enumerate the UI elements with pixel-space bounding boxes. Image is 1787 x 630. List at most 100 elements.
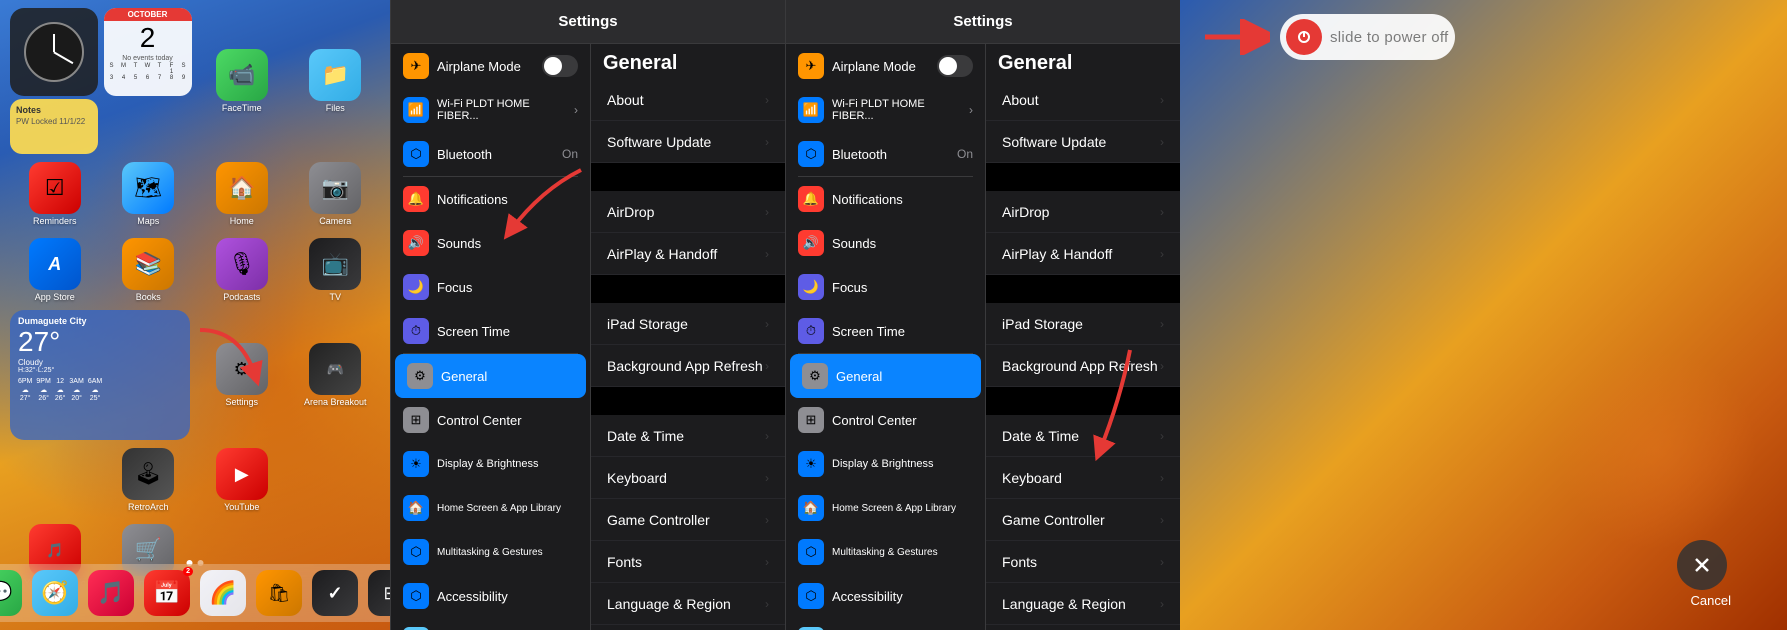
settings-item-screentime-2[interactable]: ⏱ Screen Time [786,309,985,353]
settings-item-multitasking-2[interactable]: ⬡ Multitasking & Gestures [786,530,985,574]
settings-item-accessibility[interactable]: ⬡ Accessibility [391,574,590,618]
power-button[interactable] [1286,19,1322,55]
dock-icon-shopee[interactable]: 🛍 [256,570,302,616]
general-item-airplay[interactable]: AirPlay & Handoff › [591,233,785,275]
app-icon-appstore[interactable]: A App Store [10,234,100,306]
settings-item-bluetooth-2[interactable]: ⬡ Bluetooth On [786,132,985,176]
app-icon-arena[interactable]: 🎮 Arena Breakout [291,310,381,440]
settings-item-focus-2[interactable]: 🌙 Focus [786,265,985,309]
settings-item-wallpaper-2[interactable]: 🖼 Wallpaper [786,618,985,630]
settings-item-wifi[interactable]: 📶 Wi-Fi PLDT HOME FIBER... › [391,88,590,132]
general-item-about[interactable]: About › [591,79,785,121]
general-item-languageregion[interactable]: Language & Region › [591,583,785,625]
settings-item-airplane-2[interactable]: ✈ Airplane Mode [786,44,985,88]
general-item-airplay-2[interactable]: AirPlay & Handoff › [986,233,1180,275]
general-item-bgrefresh[interactable]: Background App Refresh › [591,345,785,387]
general-item-fonts[interactable]: Fonts › [591,541,785,583]
icon-controlcenter-2: ⊞ [798,407,824,433]
app-icon-facetime[interactable]: 📹 FaceTime [197,8,287,154]
general-item-airdrop-2[interactable]: AirDrop › [986,191,1180,233]
app-icon-books[interactable]: 📚 Books [104,234,194,306]
settings-item-homescreen[interactable]: 🏠 Home Screen & App Library [391,486,590,530]
dock-icon-calendar[interactable]: 📅 2 [144,570,190,616]
general-item-fonts-2[interactable]: Fonts › [986,541,1180,583]
general-item-about-2[interactable]: About › [986,79,1180,121]
settings-item-controlcenter[interactable]: ⊞ Control Center [391,398,590,442]
app-icon-camera[interactable]: 📷 Camera [291,158,381,230]
settings-item-wifi-2[interactable]: 📶 Wi-Fi PLDT HOME FIBER... › [786,88,985,132]
app-icon-files[interactable]: 📁 Files [291,8,381,154]
settings-item-screentime[interactable]: ⏱ Screen Time [391,309,590,353]
settings-item-display-2[interactable]: ☀ Display & Brightness [786,442,985,486]
app-icon-reminders[interactable]: ☑ Reminders [10,158,100,230]
dock-icon-safari[interactable]: 🧭 [32,570,78,616]
app-icon-maps[interactable]: 🗺 Maps [104,158,194,230]
general-item-languageregion-2[interactable]: Language & Region › [986,583,1180,625]
settings-item-sounds[interactable]: 🔊 Sounds [391,221,590,265]
general-item-gamecontroller-2[interactable]: Game Controller › [986,499,1180,541]
settings-item-controlcenter-2[interactable]: ⊞ Control Center [786,398,985,442]
settings-item-notifications[interactable]: 🔔 Notifications [391,177,590,221]
power-off-slider[interactable]: slide to power off [1280,14,1455,60]
general-item-airdrop[interactable]: AirDrop › [591,191,785,233]
general-item-ipadstorage[interactable]: iPad Storage › [591,303,785,345]
settings-item-accessibility-2[interactable]: ⬡ Accessibility [786,574,985,618]
general-item-bgrefresh-2[interactable]: Background App Refresh › [986,345,1180,387]
dock-icon-messages[interactable]: 💬 [0,570,22,616]
app-label-files: Files [326,103,345,113]
widget-weather[interactable]: Dumaguete City 27° Cloudy H:32°·L:25° 6P… [10,310,190,440]
label-fonts-2: Fonts [1002,554,1160,570]
widget-notes[interactable]: Notes PW Locked 11/1/22 [10,99,98,154]
settings-item-airplane[interactable]: ✈ Airplane Mode [391,44,590,88]
general-item-ipadstorage-2[interactable]: iPad Storage › [986,303,1180,345]
settings-item-multitasking[interactable]: ⬡ Multitasking & Gestures [391,530,590,574]
home-dock: 💬 🧭 🎵 📅 2 🌈 🛍 ✓ ⊞ [0,564,390,622]
general-item-keyboard-2[interactable]: Keyboard › [986,457,1180,499]
chevron-fonts: › [765,555,769,569]
dock-icon-apps[interactable]: ⊞ [368,570,390,616]
settings-item-wallpaper[interactable]: 🖼 Wallpaper [391,618,590,630]
toggle-airplane-2[interactable] [937,55,973,77]
widget-calendar[interactable]: OCTOBER 2 No events today SMTWTFS 1 3456… [104,8,192,96]
general-item-softwareupdate-2[interactable]: Software Update › [986,121,1180,163]
icon-bluetooth-2: ⬡ [798,141,824,167]
app-icon-img-arena: 🎮 [309,343,361,395]
toggle-airplane[interactable] [542,55,578,77]
dock-icon-music[interactable]: 🎵 [88,570,134,616]
settings-item-sounds-2[interactable]: 🔊 Sounds [786,221,985,265]
general-item-dictionary[interactable]: Dictionary › [591,625,785,630]
widget-clock[interactable] [10,8,98,96]
general-item-datetime-2[interactable]: Date & Time › [986,415,1180,457]
settings-item-homescreen-2[interactable]: 🏠 Home Screen & App Library [786,486,985,530]
settings-item-display[interactable]: ☀ Display & Brightness [391,442,590,486]
settings-item-general[interactable]: ⚙ General [395,354,586,398]
general-item-dictionary-2[interactable]: Dictionary › [986,625,1180,630]
app-icon-settings[interactable]: ⚙ Settings [197,310,287,440]
app-icon-tv[interactable]: 📺 TV [291,234,381,306]
icon-focus: 🌙 [403,274,429,300]
general-item-softwareupdate[interactable]: Software Update › [591,121,785,163]
dock-icon-nike[interactable]: ✓ [312,570,358,616]
settings-item-general-2[interactable]: ⚙ General [790,354,981,398]
app-icon-retro[interactable]: 🕹 RetroArch [104,444,194,516]
settings-item-bluetooth[interactable]: ⬡ Bluetooth On [391,132,590,176]
dock-icon-photos[interactable]: 🌈 [200,570,246,616]
label-keyboard: Keyboard [607,470,765,486]
app-icon-home[interactable]: 🏠 Home [197,158,287,230]
app-icon-youtube[interactable]: ▶ YouTube [197,444,287,516]
cancel-button[interactable] [1677,540,1727,590]
app-icon-podcasts[interactable]: 🎙 Podcasts [197,234,287,306]
settings-content-1: ✈ Airplane Mode 📶 Wi-Fi PLDT HOME FIBER.… [391,44,785,630]
chevron-fonts-2: › [1160,555,1164,569]
app-label-home: Home [230,216,254,226]
label-screentime-2: Screen Time [832,324,973,339]
settings-item-focus[interactable]: 🌙 Focus [391,265,590,309]
chevron-softwareupdate-2: › [1160,135,1164,149]
general-item-gamecontroller[interactable]: Game Controller › [591,499,785,541]
cancel-label: Cancel [1691,593,1731,608]
settings-item-notifications-2[interactable]: 🔔 Notifications [786,177,985,221]
label-general: General [441,369,574,384]
general-item-datetime[interactable]: Date & Time › [591,415,785,457]
general-item-keyboard[interactable]: Keyboard › [591,457,785,499]
icon-homescreen: 🏠 [403,495,429,521]
